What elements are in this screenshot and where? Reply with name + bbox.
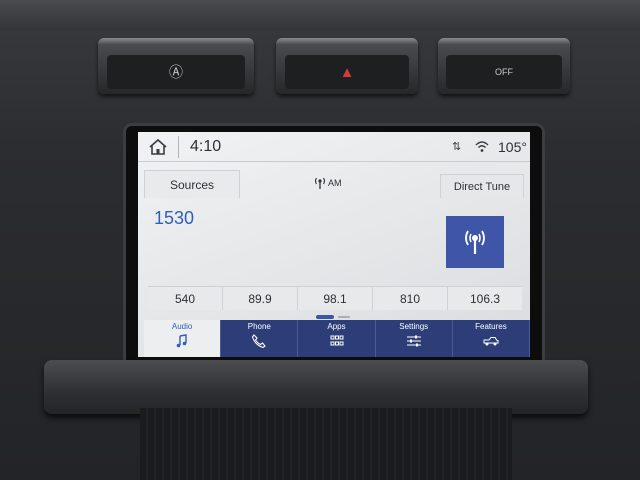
phone-icon (252, 334, 267, 348)
auto-start-stop-button[interactable]: Ⓐ (98, 38, 254, 94)
nav-label: Phone (247, 322, 271, 331)
nav-label: Features (475, 322, 507, 331)
wifi-icon (475, 141, 489, 152)
infotainment-screen: 4:10 ⇅ 105° Sources AM Direct Tune 1530 … (138, 132, 530, 357)
apps-grid-icon (330, 335, 343, 346)
nav-label: Settings (399, 322, 429, 331)
hazard-button[interactable]: ▲ (276, 38, 418, 94)
phone-shelf-trim (44, 360, 588, 414)
sliders-icon (406, 335, 421, 347)
music-note-icon (176, 334, 187, 348)
traction-off-button[interactable]: OFF (438, 38, 570, 94)
signal-icon: ⇅ (452, 141, 462, 153)
hazard-icon: ▲ (339, 63, 355, 81)
preset-button[interactable]: 810 (373, 287, 448, 310)
clock: 4:10 (190, 138, 222, 155)
direct-tune-button[interactable]: Direct Tune (440, 174, 524, 198)
preset-button[interactable]: 106.3 (448, 287, 522, 310)
traction-off-icon: OFF (495, 67, 513, 77)
nav-features[interactable]: Features (452, 320, 530, 357)
radio-antenna-icon (314, 177, 326, 189)
outside-temperature: 105° (498, 139, 527, 155)
broadcast-icon (465, 230, 485, 254)
preset-button[interactable]: 89.9 (223, 287, 298, 310)
home-icon[interactable] (148, 138, 168, 156)
nav-apps[interactable]: Apps (298, 320, 376, 357)
auto-start-stop-icon: Ⓐ (168, 64, 183, 80)
bottom-nav-bar: Audio Phone Apps Settings Features (144, 320, 530, 357)
preset-button[interactable]: 98.1 (298, 287, 373, 310)
dashboard-top-trim (0, 0, 640, 30)
preset-button[interactable]: 540 (148, 287, 223, 310)
preset-bar: 540 89.9 98.1 810 106.3 (148, 286, 522, 310)
truck-icon (483, 337, 499, 346)
status-divider (178, 136, 179, 158)
nav-label: Apps (327, 322, 346, 331)
nav-label: Audio (171, 322, 193, 331)
current-frequency: 1530 (154, 208, 195, 228)
sources-button[interactable]: Sources (144, 170, 240, 198)
nav-phone[interactable]: Phone (221, 320, 299, 357)
radio-station-button[interactable] (446, 216, 504, 268)
nav-settings[interactable]: Settings (375, 320, 453, 357)
nav-audio[interactable]: Audio (144, 320, 222, 357)
status-bar: 4:10 ⇅ 105° (138, 132, 530, 162)
storage-tray (140, 408, 512, 480)
band-label: AM (328, 178, 342, 188)
page-indicator (316, 315, 350, 319)
